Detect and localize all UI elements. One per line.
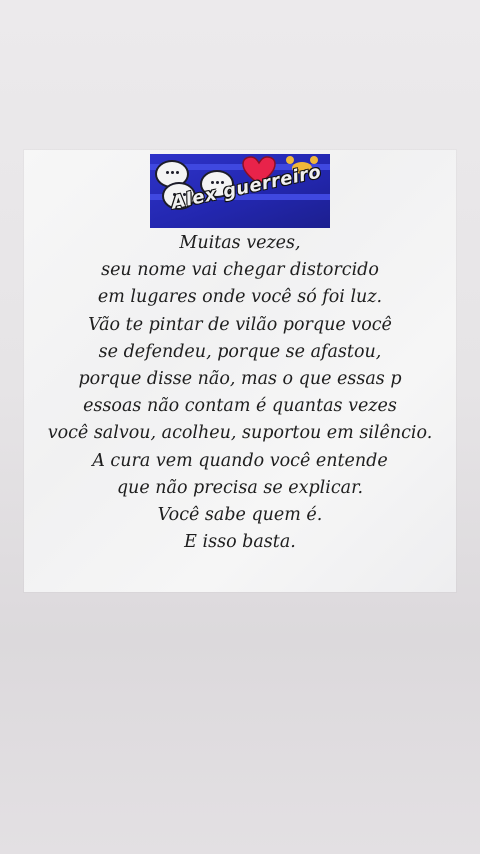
poem-line: em lugares onde você só foi luz. [97, 287, 383, 308]
poem-line: Você sabe quem é. [157, 505, 323, 526]
poem-line: se defendeu, porque se afastou, [98, 341, 382, 362]
poem-line: você salvou, acolheu, suportou em silênc… [47, 423, 433, 444]
poem-line: Vão te pintar de vilão porque você [88, 314, 392, 335]
poem-line: essoas não contam é quantas vezes [83, 396, 397, 417]
poem-line: E isso basta. [184, 532, 296, 553]
poem-text: Muitas vezes, seu nome vai chegar distor… [24, 230, 456, 556]
poem-line: porque disse não, mas o que essas p [78, 369, 402, 390]
poem-line: seu nome vai chegar distorcido [101, 260, 379, 281]
poem-line: que não precisa se explicar. [116, 477, 364, 498]
poem-line: Muitas vezes, [179, 233, 301, 253]
poem-line: A cura vem quando você entende [92, 450, 388, 471]
